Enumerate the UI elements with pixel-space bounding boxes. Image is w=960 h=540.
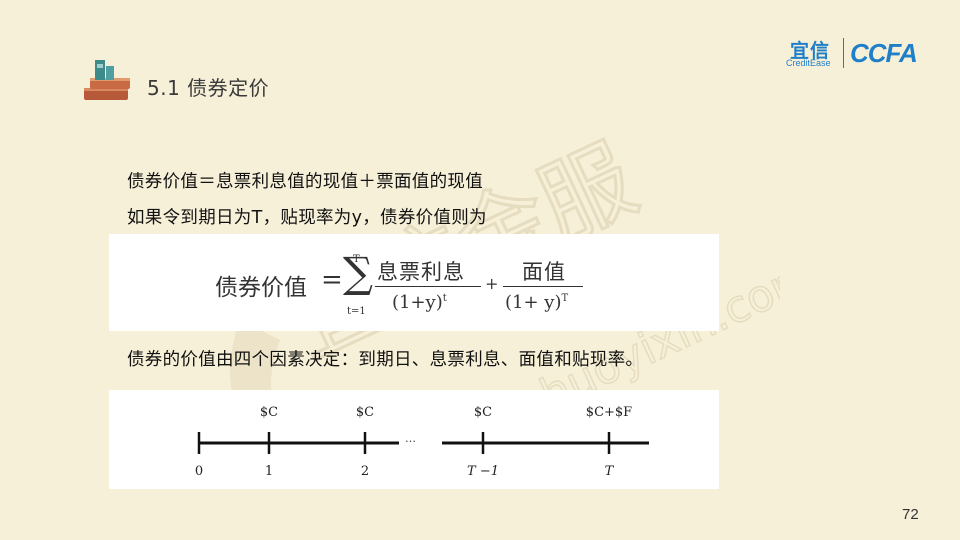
timeline-period-label: 2: [361, 464, 369, 479]
yixin-logo-en: CreditEase: [786, 58, 831, 68]
timeline-box: … 0 1 $C 2 $C T −1 $C T $C+$F: [109, 390, 719, 489]
formula-equals: =: [321, 265, 343, 295]
ccfa-logo: CCFA: [850, 38, 918, 68]
timeline-period-label: 1: [265, 464, 273, 479]
timeline-ellipsis: …: [405, 432, 416, 445]
timeline-period-label: T: [605, 464, 615, 479]
denominator-1: (1+y)t: [392, 292, 447, 313]
definition-text: 债券价值＝息票利息值的现值＋票面值的现值: [127, 172, 483, 192]
factors-text: 债券的价值由四个因素决定：到期日、息票利息、面值和贴现率。: [127, 350, 644, 370]
timeline-cashflow-label: $C: [260, 405, 278, 420]
timeline-period-label: 0: [195, 464, 203, 479]
formula-plus: +: [485, 274, 499, 293]
timeline-cashflow-label: $C: [474, 405, 492, 420]
cashflow-timeline: … 0 1 $C 2 $C T −1 $C T $C+$F: [195, 405, 649, 479]
formula-label: 债券价值: [215, 275, 307, 301]
fraction-bar-2: [503, 286, 583, 287]
sigma-symbol: ∑: [343, 248, 373, 297]
formula-box: 债券价值 = T ∑ t=1 息票利息 (1+y)t + 面值 (1+ y)T: [109, 234, 719, 331]
page-number: 72: [902, 506, 919, 523]
timeline-cashflow-label: $C+$F: [586, 405, 632, 420]
slide-title: 5.1 债券定价: [147, 76, 270, 100]
logo-area: 宜信 CreditEase CCFA: [784, 36, 934, 70]
timeline-period-label: T −1: [467, 464, 499, 479]
books-icon: [84, 60, 130, 100]
numerator-coupon: 息票利息: [377, 260, 465, 284]
numerator-face-value: 面值: [522, 260, 566, 284]
slide: 宜信金服 xinhuoyixin.com 5.1 债券定价 宜信 CreditE…: [0, 0, 960, 540]
denominator-2: (1+ y)T: [505, 292, 569, 313]
formula-intro-text: 如果令到期日为T，贴现率为y，债券价值则为: [127, 208, 487, 228]
fraction-bar-1: [375, 286, 481, 287]
logo-divider: [843, 38, 844, 68]
sigma-lower-limit: t=1: [347, 306, 366, 317]
timeline-cashflow-label: $C: [356, 405, 374, 420]
